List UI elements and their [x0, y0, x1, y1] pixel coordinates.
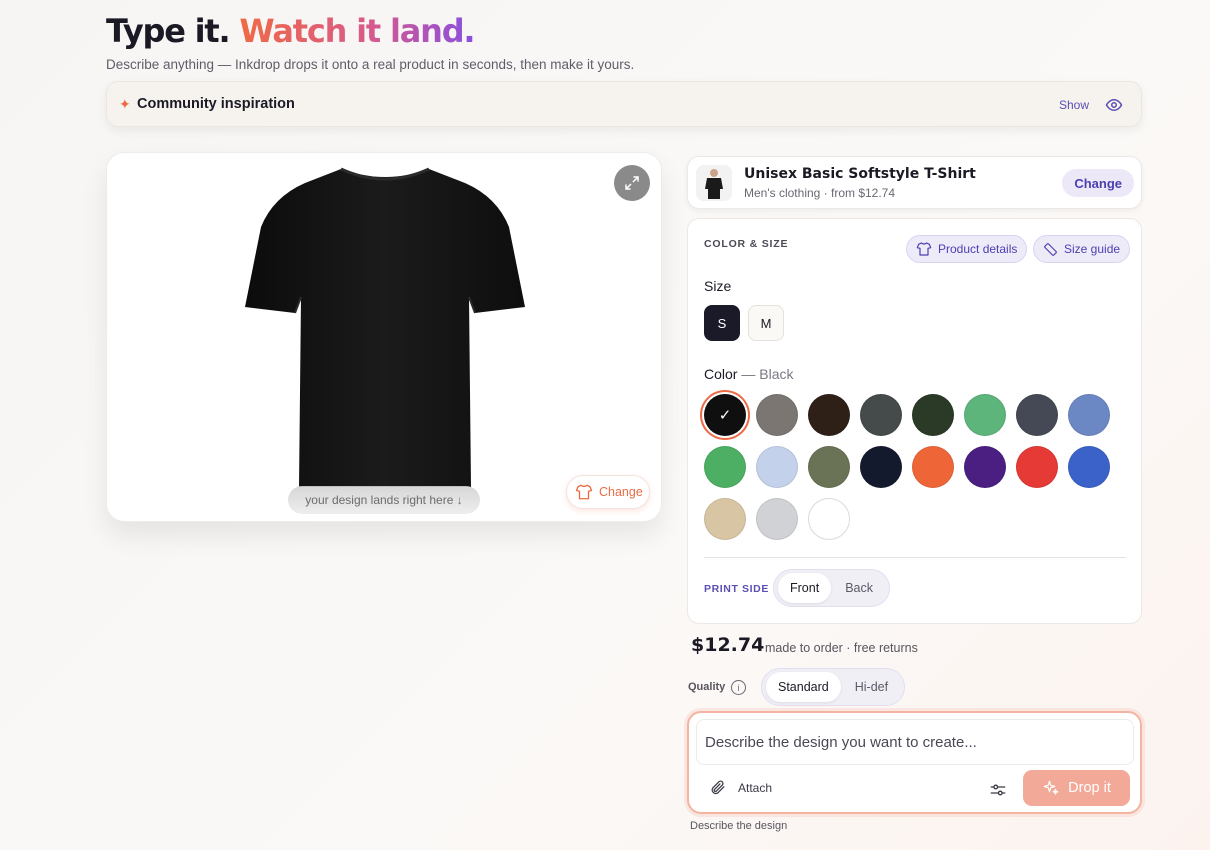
color-swatch[interactable]: [756, 446, 798, 488]
show-button[interactable]: Show: [1059, 98, 1089, 112]
community-inspiration-label: Community inspiration: [137, 96, 295, 112]
product-thumbnail: [696, 165, 732, 201]
quality-label: Quality: [688, 681, 726, 693]
sliders-icon[interactable]: [989, 781, 1007, 799]
ruler-icon: [1044, 242, 1057, 256]
expand-icon: [625, 176, 639, 190]
sparkles-icon: [1043, 780, 1059, 795]
color-swatch[interactable]: [756, 498, 798, 540]
product-details-label: Product details: [938, 242, 1018, 256]
color-swatch[interactable]: [756, 394, 798, 436]
paperclip-icon: [711, 780, 725, 795]
quality-standard[interactable]: Standard: [766, 672, 841, 702]
color-swatch[interactable]: [1068, 446, 1110, 488]
hero-subtitle: Describe anything — Inkdrop drops it ont…: [106, 57, 635, 72]
size-option-m[interactable]: M: [748, 305, 784, 341]
color-swatch[interactable]: [704, 446, 746, 488]
quality-toggle: Standard Hi-def: [761, 668, 906, 706]
color-swatch[interactable]: [964, 446, 1006, 488]
color-swatch[interactable]: ✓: [704, 394, 746, 436]
color-separator: —: [737, 366, 760, 382]
hero-title-part1: Type it.: [106, 12, 240, 50]
print-side-back[interactable]: Back: [833, 573, 885, 603]
product-price: $12.74: [691, 634, 765, 656]
size-option-s[interactable]: S: [704, 305, 740, 341]
hero-title-part2: Watch it land.: [239, 12, 475, 50]
color-swatch[interactable]: [964, 394, 1006, 436]
color-swatch[interactable]: [1016, 394, 1058, 436]
print-side-front[interactable]: Front: [778, 573, 832, 603]
expand-preview-button[interactable]: [614, 165, 650, 201]
attach-button[interactable]: Attach: [709, 779, 772, 796]
color-size-title: COLOR & SIZE: [704, 238, 789, 250]
tshirt-mockup: [245, 167, 525, 487]
price-note: made to order · free returns: [765, 641, 918, 655]
shirt-icon: [916, 242, 932, 256]
size-label: Size: [704, 278, 732, 294]
sparkle-icon: ✦: [119, 96, 131, 112]
prompt-footer-note: Describe the design: [690, 820, 788, 832]
color-swatch[interactable]: [808, 498, 850, 540]
community-inspiration-bar[interactable]: ✦ Community inspiration Show: [106, 81, 1142, 127]
shirt-icon: [575, 484, 593, 500]
preview-change-product-button[interactable]: Change: [566, 475, 650, 509]
product-meta: Men's clothing · from $12.74: [744, 186, 896, 200]
eye-icon[interactable]: [1105, 96, 1123, 114]
color-swatch[interactable]: [912, 446, 954, 488]
color-size-card: COLOR & SIZE Product details Size guide …: [687, 218, 1142, 624]
color-swatch[interactable]: [1068, 394, 1110, 436]
color-swatch[interactable]: [808, 446, 850, 488]
color-swatch[interactable]: [860, 394, 902, 436]
selected-color-name: Black: [759, 366, 794, 382]
product-preview-card: your design lands right here ↓ Change: [106, 152, 662, 522]
color-swatch[interactable]: [704, 498, 746, 540]
design-prompt-box: Attach Drop it: [687, 711, 1142, 814]
drop-it-label: Drop it: [1068, 780, 1111, 796]
info-icon[interactable]: i: [731, 680, 746, 695]
print-side-label: PRINT SIDE: [704, 583, 769, 595]
color-swatch[interactable]: [1016, 446, 1058, 488]
color-label-text: Color: [704, 366, 738, 382]
size-guide-button[interactable]: Size guide: [1033, 235, 1131, 263]
options-divider: [704, 557, 1126, 558]
preview-change-label: Change: [599, 485, 643, 499]
product-name: Unisex Basic Softstyle T-Shirt: [744, 166, 976, 182]
design-placement-hint: your design lands right here ↓: [288, 486, 480, 514]
color-swatch[interactable]: [808, 394, 850, 436]
check-icon: ✓: [718, 407, 732, 424]
size-guide-label: Size guide: [1064, 242, 1121, 256]
drop-it-button[interactable]: Drop it: [1023, 770, 1130, 806]
change-product-button[interactable]: Change: [1062, 169, 1134, 197]
product-details-button[interactable]: Product details: [906, 235, 1028, 263]
design-prompt-input[interactable]: [696, 719, 1134, 765]
selected-product-card: Unisex Basic Softstyle T-Shirt Men's clo…: [687, 156, 1142, 209]
quality-hidef[interactable]: Hi-def: [843, 672, 900, 702]
hero-title: Type it. Watch it land.: [106, 12, 476, 50]
color-label: Color — Black: [704, 366, 793, 382]
color-swatch[interactable]: [860, 446, 902, 488]
color-swatch[interactable]: [912, 394, 954, 436]
attach-label: Attach: [738, 780, 773, 795]
print-side-toggle: Front Back: [773, 569, 890, 607]
